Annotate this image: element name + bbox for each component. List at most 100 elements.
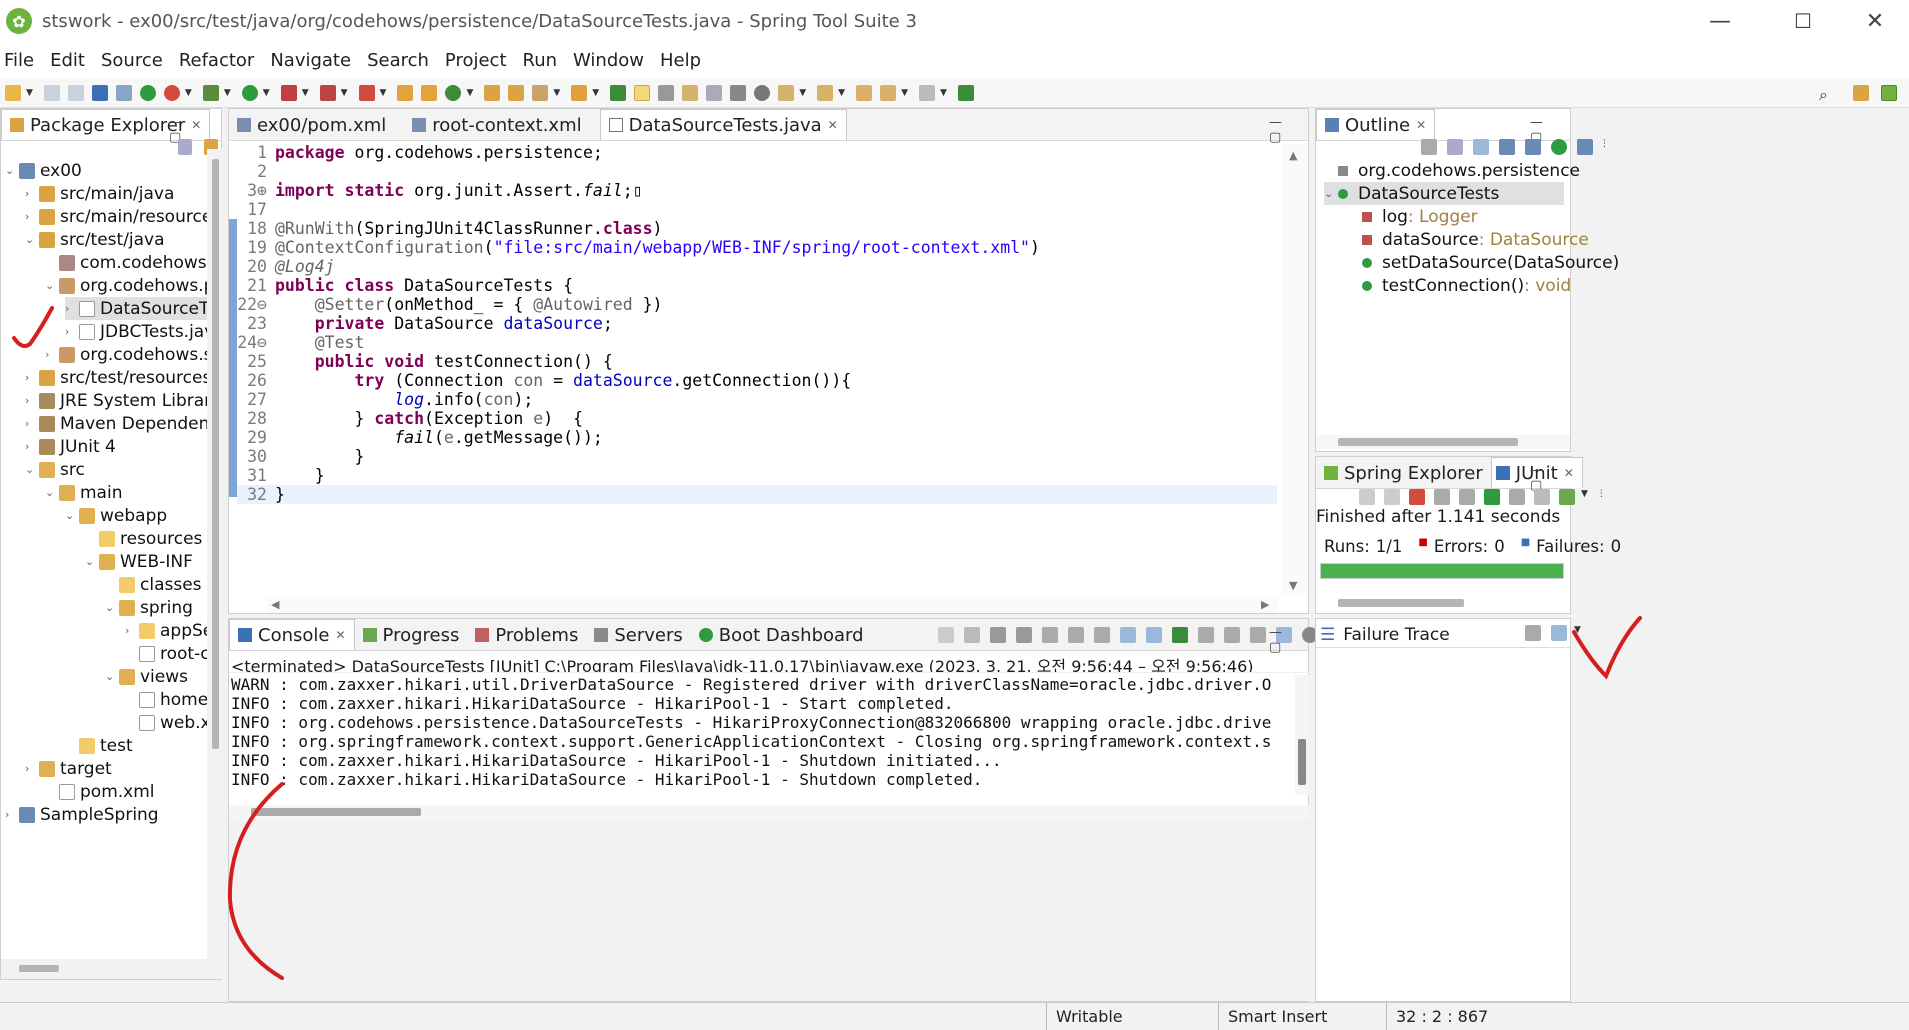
annotation-icon[interactable] bbox=[610, 84, 627, 101]
menu-window[interactable]: Window bbox=[569, 50, 656, 71]
tree-item[interactable]: ⌄ webapp bbox=[65, 504, 167, 527]
run-icon[interactable] bbox=[241, 84, 258, 101]
menu-edit[interactable]: Edit bbox=[46, 50, 97, 71]
last-edit-icon[interactable] bbox=[856, 84, 873, 101]
console-hscrollbar[interactable] bbox=[229, 805, 1310, 819]
tree-item[interactable]: ⌄ ex00 bbox=[5, 159, 82, 182]
sort-icon[interactable] bbox=[1447, 139, 1463, 155]
rerun-failed-icon[interactable] bbox=[1509, 489, 1525, 505]
show-on-stderr-icon[interactable] bbox=[1146, 627, 1162, 643]
new-icon[interactable] bbox=[5, 84, 21, 101]
clear-console-icon[interactable] bbox=[1042, 627, 1058, 643]
hide-fields-icon[interactable] bbox=[1499, 139, 1515, 155]
menu-source[interactable]: Source bbox=[97, 50, 175, 71]
expand-toggle-icon[interactable]: ⌄ bbox=[65, 509, 79, 522]
close-icon[interactable]: ✕ bbox=[1416, 118, 1426, 132]
copy-icon[interactable] bbox=[1250, 627, 1266, 643]
expand-toggle-icon[interactable]: ⌄ bbox=[5, 164, 19, 177]
outline-hscrollbar[interactable] bbox=[1316, 435, 1570, 449]
open-console-icon[interactable] bbox=[1224, 627, 1240, 643]
expand-toggle-icon[interactable]: ⌄ bbox=[25, 463, 39, 476]
tree-item[interactable]: ⌄ WEB-INF bbox=[85, 550, 193, 573]
tab-datasourcetests[interactable]: DataSourceTests.java ✕ bbox=[599, 109, 847, 140]
tree-item[interactable]: › JUnit 4 bbox=[25, 435, 116, 458]
editor-minmax-icon[interactable]: — ▢ bbox=[1269, 115, 1308, 145]
stop-icon[interactable] bbox=[319, 84, 336, 101]
collapse-all-icon[interactable] bbox=[178, 139, 192, 155]
pin-icon[interactable] bbox=[1172, 627, 1188, 643]
mark-occurrences-icon[interactable] bbox=[634, 84, 651, 101]
expand-toggle-icon[interactable]: › bbox=[25, 762, 39, 775]
refresh-icon[interactable] bbox=[163, 84, 180, 101]
scroll-lock-icon[interactable] bbox=[1068, 627, 1084, 643]
remove-all-icon[interactable] bbox=[1016, 627, 1032, 643]
tree-item[interactable]: home.js bbox=[125, 688, 207, 711]
pin-editor-icon[interactable] bbox=[957, 84, 974, 101]
tree-item[interactable]: resources bbox=[85, 527, 202, 550]
tab-boot-dashboard[interactable]: Boot Dashboard bbox=[691, 620, 872, 650]
open-folder-icon[interactable] bbox=[508, 84, 525, 101]
tab-pom-xml[interactable]: ex00/pom.xml bbox=[229, 110, 394, 140]
tab-spring-explorer[interactable]: Spring Explorer bbox=[1316, 458, 1491, 488]
pen-icon[interactable] bbox=[532, 84, 549, 101]
filter-stack-icon[interactable] bbox=[1551, 625, 1567, 641]
maximize-button[interactable]: ☐ bbox=[1768, 0, 1838, 42]
save-all-icon[interactable] bbox=[67, 84, 84, 101]
menu-file[interactable]: File bbox=[0, 50, 46, 71]
external-tools-icon[interactable] bbox=[358, 84, 375, 101]
compare-icon[interactable] bbox=[1525, 625, 1541, 641]
open-perspective-icon[interactable] bbox=[1853, 84, 1869, 101]
skip-breakpoints-icon[interactable] bbox=[115, 84, 132, 101]
layout-icon[interactable] bbox=[1459, 489, 1475, 505]
terminal-icon[interactable] bbox=[91, 84, 108, 101]
tree-item[interactable]: › src/main/resources bbox=[25, 205, 207, 228]
close-button[interactable]: ✕ bbox=[1840, 0, 1909, 42]
expand-toggle-icon[interactable]: ⌄ bbox=[1324, 187, 1338, 200]
console-output[interactable]: WARN : com.zaxxer.hikari.util.DriverData… bbox=[231, 675, 1291, 795]
new-package-icon[interactable] bbox=[421, 84, 438, 101]
new-java-project-icon[interactable] bbox=[397, 84, 414, 101]
tree-item[interactable]: ⌄ src/test/java bbox=[25, 228, 165, 251]
coverage-icon[interactable] bbox=[280, 84, 297, 101]
scroll-lock-icon[interactable] bbox=[1434, 489, 1450, 505]
prev-annotation-icon[interactable] bbox=[817, 84, 834, 101]
pin-console-icon[interactable] bbox=[938, 627, 954, 643]
menu-help[interactable]: Help bbox=[656, 50, 713, 71]
tree-item[interactable]: pom.xml bbox=[45, 780, 155, 803]
word-wrap-icon[interactable] bbox=[1094, 627, 1110, 643]
back-icon[interactable] bbox=[880, 84, 897, 101]
tab-outline[interactable]: Outline ✕ bbox=[1316, 109, 1436, 140]
hide-nonpublic-icon[interactable] bbox=[1551, 139, 1567, 155]
forward-icon[interactable] bbox=[918, 84, 935, 101]
code-area[interactable]: 1 package org.codehows.persistence; 2 3⊕ imp… bbox=[237, 143, 1277, 595]
outline-item[interactable]: ⌄ DataSourceTests bbox=[1324, 182, 1564, 205]
display-console-icon[interactable] bbox=[1198, 627, 1214, 643]
tree-item[interactable]: › JDBCTests.java bbox=[65, 320, 207, 343]
tree-vscrollbar[interactable] bbox=[207, 149, 223, 959]
next-annotation-icon[interactable] bbox=[778, 84, 795, 101]
tree-hscrollbar[interactable] bbox=[1, 959, 223, 979]
tree-item[interactable]: › org.codehows.samp bbox=[45, 343, 207, 366]
globe-icon[interactable] bbox=[754, 84, 771, 101]
prev-failure-icon[interactable] bbox=[1384, 489, 1400, 505]
tab-problems[interactable]: Problems bbox=[467, 620, 586, 650]
block-select-icon[interactable] bbox=[682, 84, 699, 101]
tree-item[interactable]: classes bbox=[105, 573, 202, 596]
tree-item[interactable]: root-co bbox=[125, 642, 207, 665]
az-sort-icon[interactable] bbox=[1473, 139, 1489, 155]
menu-navigate[interactable]: Navigate bbox=[266, 50, 363, 71]
terminate-icon[interactable] bbox=[964, 627, 980, 643]
tree-item[interactable]: com.codehows.con bbox=[45, 251, 207, 274]
outline-item[interactable]: org.codehows.persistence bbox=[1324, 159, 1580, 182]
task-icon[interactable] bbox=[571, 84, 588, 101]
expand-toggle-icon[interactable]: ⌄ bbox=[25, 233, 39, 246]
next-failure-icon[interactable] bbox=[1359, 489, 1375, 505]
outline-item[interactable]: log : Logger bbox=[1348, 205, 1478, 228]
expand-toggle-icon[interactable]: › bbox=[25, 371, 39, 384]
show-whitespace-icon[interactable] bbox=[706, 84, 723, 101]
history-icon[interactable] bbox=[1559, 489, 1575, 505]
tree-item[interactable]: test bbox=[65, 734, 133, 757]
hide-local-types-icon[interactable] bbox=[1577, 139, 1593, 155]
console-vscrollbar[interactable] bbox=[1295, 675, 1309, 795]
expand-toggle-icon[interactable]: › bbox=[25, 187, 39, 200]
